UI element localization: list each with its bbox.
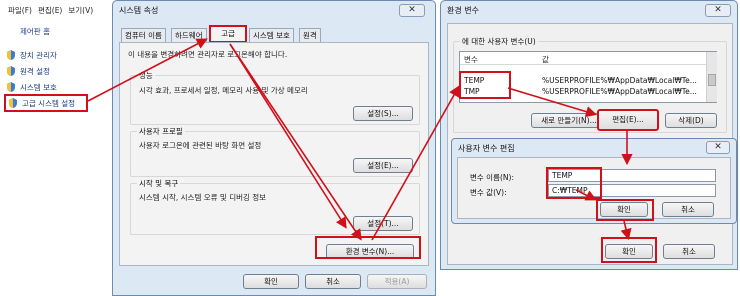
arrow-to-env-ok <box>620 220 632 241</box>
arrow-to-startup-settings <box>229 43 347 229</box>
arrow-to-advanced-tab <box>87 38 208 102</box>
arrow-to-env-button <box>229 43 362 241</box>
arrow-to-edit-button <box>507 87 598 118</box>
arrow-to-dialog-ok <box>575 189 597 201</box>
instruction-arrows <box>87 38 633 241</box>
arrow-to-temp-row <box>371 85 460 241</box>
